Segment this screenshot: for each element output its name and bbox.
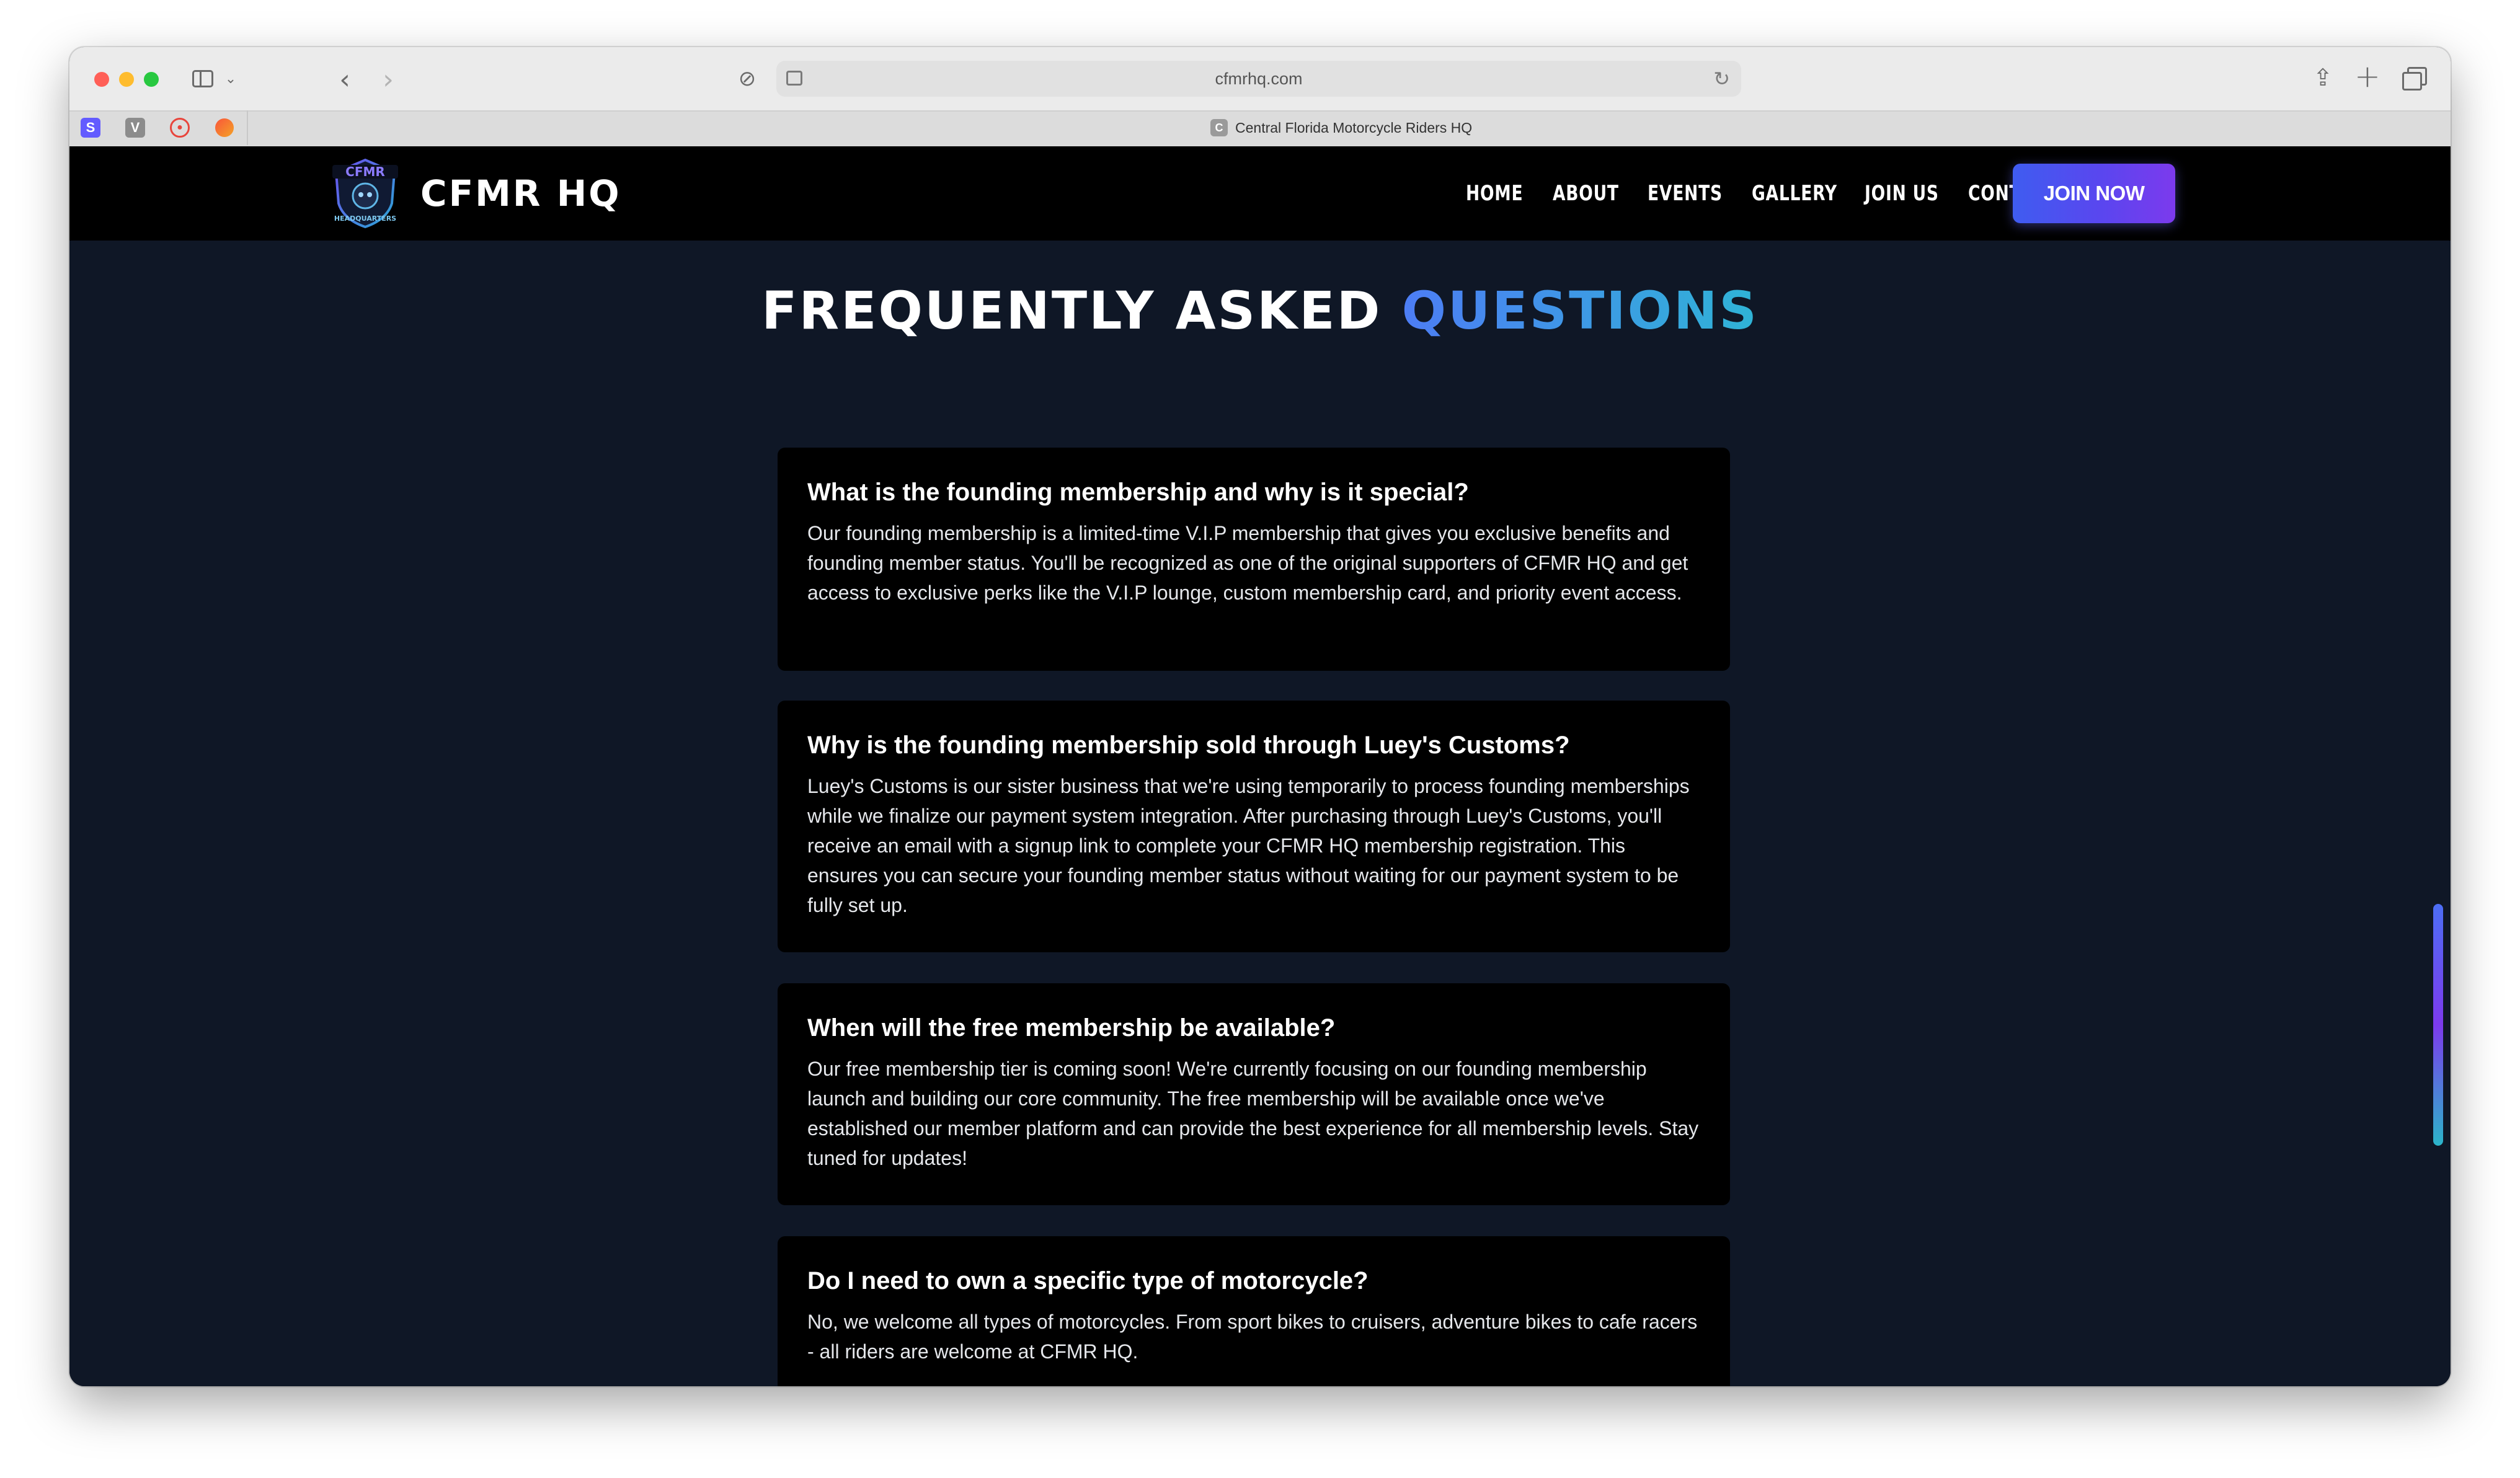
- faq-item[interactable]: Why is the founding membership sold thro…: [778, 701, 1730, 952]
- share-icon[interactable]: ⇪: [2309, 62, 2336, 93]
- new-tab-icon[interactable]: +: [2354, 58, 2381, 94]
- active-tab-title: Central Florida Motorcycle Riders HQ: [1235, 119, 1473, 136]
- address-bar[interactable]: cfmrhq.com ↻: [776, 61, 1741, 97]
- target-icon: ●: [170, 118, 190, 138]
- stripe-icon: S: [81, 118, 100, 138]
- faq-answer: Our founding membership is a limited-tim…: [807, 522, 1688, 604]
- sidebar-toggle-icon[interactable]: [190, 66, 216, 92]
- nav-gallery[interactable]: GALLERY: [1752, 176, 1837, 211]
- faq-answer: Our free membership tier is coming soon!…: [807, 1058, 1699, 1169]
- web-page: CFMR HEADQUARTERS CFMR HQ HOME ABOUT EVE…: [69, 146, 2451, 1386]
- nav-home[interactable]: HOME: [1466, 176, 1523, 211]
- privacy-shield-icon[interactable]: ⊘: [734, 66, 760, 92]
- forward-arrow-icon[interactable]: ›: [376, 62, 401, 97]
- logo-text-bottom: HEADQUARTERS: [334, 215, 396, 223]
- faq-item[interactable]: Do I need to own a specific type of moto…: [778, 1236, 1730, 1386]
- page-scrollbar-thumb[interactable]: [2433, 904, 2443, 1146]
- faq-question: Why is the founding membership sold thro…: [807, 732, 1570, 759]
- zoom-window-button[interactable]: [144, 72, 159, 87]
- close-window-button[interactable]: [94, 72, 109, 87]
- join-now-button[interactable]: JOIN NOW: [2013, 164, 2175, 223]
- v-icon: V: [125, 118, 145, 138]
- faq-item[interactable]: What is the founding membership and why …: [778, 448, 1730, 671]
- faq-answer: No, we welcome all types of motorcycles.…: [807, 1311, 1698, 1363]
- pinned-tab-stripe[interactable]: S: [78, 115, 103, 140]
- site-favicon-icon: C: [1210, 119, 1228, 136]
- faq-answer: Luey's Customs is our sister business th…: [807, 775, 1690, 916]
- nav-join-us[interactable]: JOIN US: [1865, 176, 1939, 211]
- faq-question: When will the free membership be availab…: [807, 1014, 1336, 1042]
- active-tab[interactable]: C Central Florida Motorcycle Riders HQ: [1210, 114, 1472, 141]
- browser-toolbar: ⌄ ‹ › ⊘ cfmrhq.com ↻ ⇪ +: [69, 47, 2451, 110]
- faq-heading: FREQUENTLY ASKED QUESTIONS: [69, 280, 2451, 341]
- tab-overview-icon[interactable]: [2401, 64, 2428, 92]
- browser-window: ⌄ ‹ › ⊘ cfmrhq.com ↻ ⇪ + S V ● C Central…: [69, 47, 2451, 1386]
- pinned-tab-v[interactable]: V: [123, 115, 148, 140]
- brand-name[interactable]: CFMR HQ: [420, 171, 621, 216]
- pinned-tabs-divider: [247, 110, 248, 145]
- back-arrow-icon[interactable]: ‹: [332, 62, 357, 97]
- nav-events[interactable]: EVENTS: [1648, 176, 1723, 211]
- reload-icon[interactable]: ↻: [1713, 67, 1730, 91]
- faq-question: What is the founding membership and why …: [807, 479, 1469, 506]
- site-navbar: CFMR HEADQUARTERS CFMR HQ HOME ABOUT EVE…: [69, 146, 2451, 241]
- cfmr-logo[interactable]: CFMR HEADQUARTERS: [330, 157, 401, 229]
- faq-heading-accent: QUESTIONS: [1401, 280, 1759, 341]
- nav-about[interactable]: ABOUT: [1553, 176, 1619, 211]
- orange-circle-icon: [215, 118, 234, 137]
- chevron-down-icon[interactable]: ⌄: [223, 68, 238, 89]
- faq-question: Do I need to own a specific type of moto…: [807, 1267, 1369, 1294]
- address-text: cfmrhq.com: [1215, 69, 1303, 88]
- faq-item[interactable]: When will the free membership be availab…: [778, 983, 1730, 1205]
- faq-heading-main: FREQUENTLY ASKED: [761, 280, 1402, 341]
- pinned-tab-orange[interactable]: [212, 115, 237, 140]
- pinned-tab-target[interactable]: ●: [167, 115, 192, 140]
- logo-text-top: CFMR: [345, 164, 385, 179]
- minimize-window-button[interactable]: [119, 72, 134, 87]
